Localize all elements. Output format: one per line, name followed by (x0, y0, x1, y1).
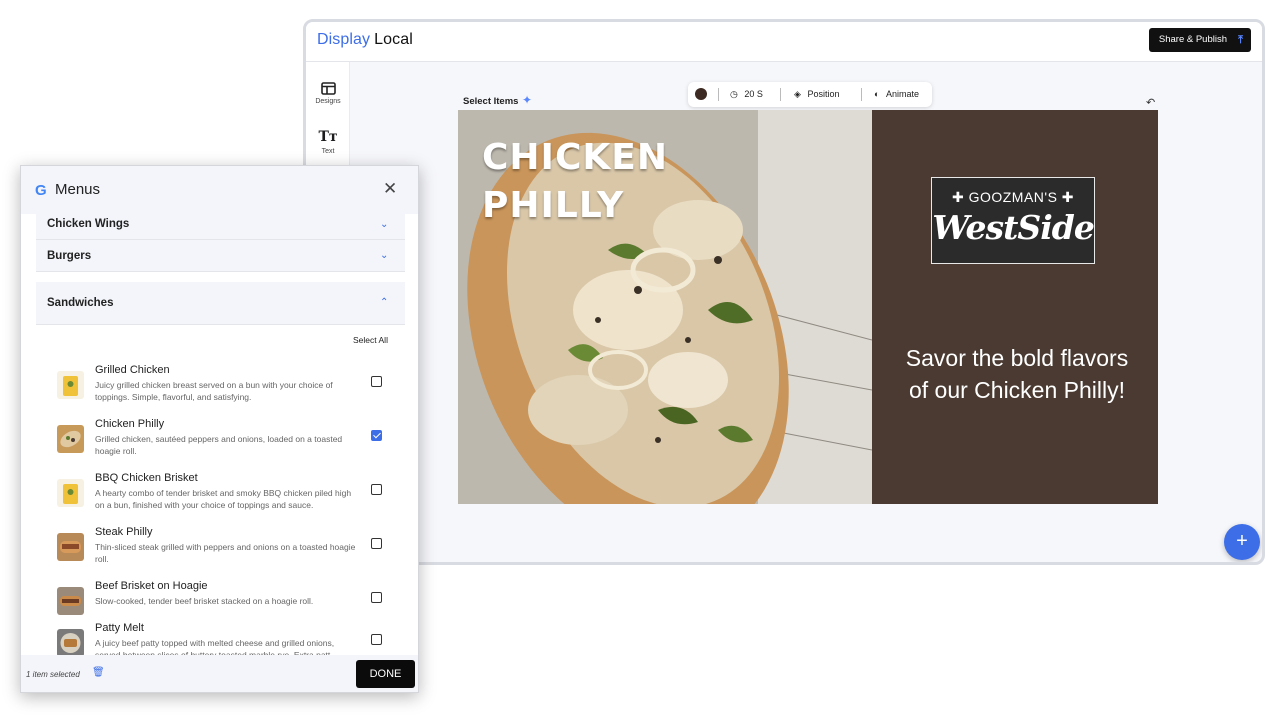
category-label: Chicken Wings (47, 218, 130, 230)
item-thumbnail (57, 587, 84, 615)
restaurant-logo[interactable]: ✚ GOOZMAN'S ✚ WestSide (931, 177, 1095, 264)
menus-title: Menus (55, 181, 101, 198)
item-name: Chicken Philly (95, 418, 165, 430)
rail-text[interactable]: Tт Text (306, 129, 350, 155)
item-name: Grilled Chicken (95, 364, 170, 376)
category-label: Sandwiches (47, 297, 114, 309)
item-checkbox[interactable] (371, 430, 382, 441)
item-description: Thin-sliced steak grilled with peppers a… (95, 542, 356, 564)
item-description: Juicy grilled chicken breast served on a… (95, 380, 333, 402)
layout-icon (320, 82, 336, 95)
share-publish-button[interactable]: Share & Publish ⤒ (1148, 28, 1251, 52)
item-description: A juicy beef patty topped with melted ch… (95, 638, 335, 656)
google-icon: G (35, 182, 47, 199)
slide-toolbar: ◷ 20 S ◈ Position ◐ Animate (688, 82, 932, 107)
share-publish-label: Share & Publish (1158, 34, 1227, 45)
brand-display: Display (317, 31, 371, 48)
slide-tagline[interactable]: Savor the bold flavors of our Chicken Ph… (902, 342, 1132, 406)
list-item[interactable]: Grilled Chicken Juicy grilled chicken br… (57, 364, 387, 414)
toolbar-divider (780, 88, 781, 101)
item-checkbox[interactable] (371, 484, 382, 495)
position-label: Position (807, 89, 840, 99)
close-icon[interactable]: ✕ (383, 179, 397, 199)
rail-text-label: Text (321, 148, 335, 155)
duration-control[interactable]: ◷ 20 S (730, 88, 763, 101)
item-thumbnail (57, 425, 84, 453)
toolbar-divider (718, 88, 719, 101)
category-chicken-wings[interactable]: Chicken Wings ⌄ (36, 214, 405, 240)
list-item[interactable]: Steak Philly Thin-sliced steak grilled w… (57, 526, 387, 576)
rail-designs[interactable]: Designs (306, 82, 350, 105)
animate-icon: ◐ (874, 89, 880, 99)
item-checkbox[interactable] (371, 376, 382, 387)
category-burgers[interactable]: Burgers ⌄ (36, 240, 405, 272)
item-checkbox[interactable] (371, 538, 382, 549)
color-swatch[interactable] (695, 88, 707, 100)
animate-control[interactable]: ◐ Animate (874, 88, 919, 101)
menus-footer: 1 item selected 🗑 DONE (21, 655, 418, 692)
logo-top-text: ✚ GOOZMAN'S ✚ (951, 189, 1075, 205)
undo-icon[interactable]: ↶ (1146, 96, 1155, 109)
upload-icon: ⤒ (1238, 34, 1243, 46)
item-checkbox[interactable] (371, 592, 382, 603)
headline-line-1: CHICKEN (482, 137, 668, 178)
select-all-link[interactable]: Select All (353, 335, 388, 345)
add-button[interactable]: + (1224, 524, 1260, 560)
category-label: Burgers (47, 250, 92, 262)
sparkle-icon: ✦ (522, 93, 533, 107)
item-name: Steak Philly (95, 526, 153, 538)
headline-line-2: PHILLY (482, 185, 625, 226)
item-thumbnail (57, 629, 84, 656)
position-control[interactable]: ◈ Position (794, 88, 839, 101)
food-photo: CHICKEN PHILLY (458, 110, 872, 504)
animate-label: Animate (885, 89, 919, 99)
layers-icon: ◈ (794, 89, 801, 99)
item-name: Beef Brisket on Hoagie (95, 580, 208, 592)
done-button[interactable]: DONE (356, 660, 415, 688)
trash-icon[interactable]: 🗑 (92, 667, 105, 678)
item-thumbnail (57, 479, 84, 507)
list-item[interactable]: Patty Melt A juicy beef patty topped wit… (57, 622, 387, 656)
logo-main-text: WestSide (932, 208, 1095, 247)
brand-local: Local (374, 31, 413, 48)
chevron-down-icon: ⌄ (380, 219, 389, 230)
rail-designs-label: Designs (315, 98, 341, 105)
toolbar-divider (861, 88, 862, 101)
item-name: BBQ Chicken Brisket (95, 472, 198, 484)
item-checkbox[interactable] (371, 634, 382, 645)
item-name: Patty Melt (95, 622, 144, 634)
chevron-down-icon: ⌄ (380, 250, 389, 261)
list-item[interactable]: BBQ Chicken Brisket A hearty combo of te… (57, 472, 387, 522)
item-description: A hearty combo of tender brisket and smo… (95, 488, 352, 510)
item-thumbnail (57, 533, 84, 561)
top-bar: Display Local Share & Publish ⤒ (306, 22, 1262, 62)
menus-dialog: G Menus ✕ Chicken Wings ⌄ Burgers ⌄ Sand… (20, 165, 419, 693)
duration-value: 20 S (744, 89, 763, 99)
list-item[interactable]: Chicken Philly Grilled chicken, sautéed … (57, 418, 387, 468)
menus-header: G Menus ✕ (21, 166, 418, 214)
slide-headline[interactable]: CHICKEN PHILLY (482, 134, 668, 230)
brand-logo: Display Local (317, 31, 413, 49)
item-description: Grilled chicken, sautéed peppers and oni… (95, 434, 343, 456)
text-icon: Tт (318, 129, 338, 145)
slide-canvas[interactable]: CHICKEN PHILLY ✚ GOOZMAN'S ✚ WestSide Sa… (458, 110, 1158, 504)
category-sandwiches[interactable]: Sandwiches ⌃ (36, 282, 405, 325)
plus-icon: + (1236, 530, 1248, 552)
clock-icon: ◷ (730, 89, 738, 99)
select-items-button[interactable]: Select Items (463, 96, 518, 107)
chevron-up-icon: ⌃ (380, 297, 389, 308)
item-thumbnail (57, 371, 84, 399)
selected-count: 1 item selected (26, 670, 80, 679)
editor-window: Display Local Share & Publish ⤒ Designs T… (303, 19, 1265, 565)
item-description: Slow-cooked, tender beef brisket stacked… (95, 596, 314, 606)
